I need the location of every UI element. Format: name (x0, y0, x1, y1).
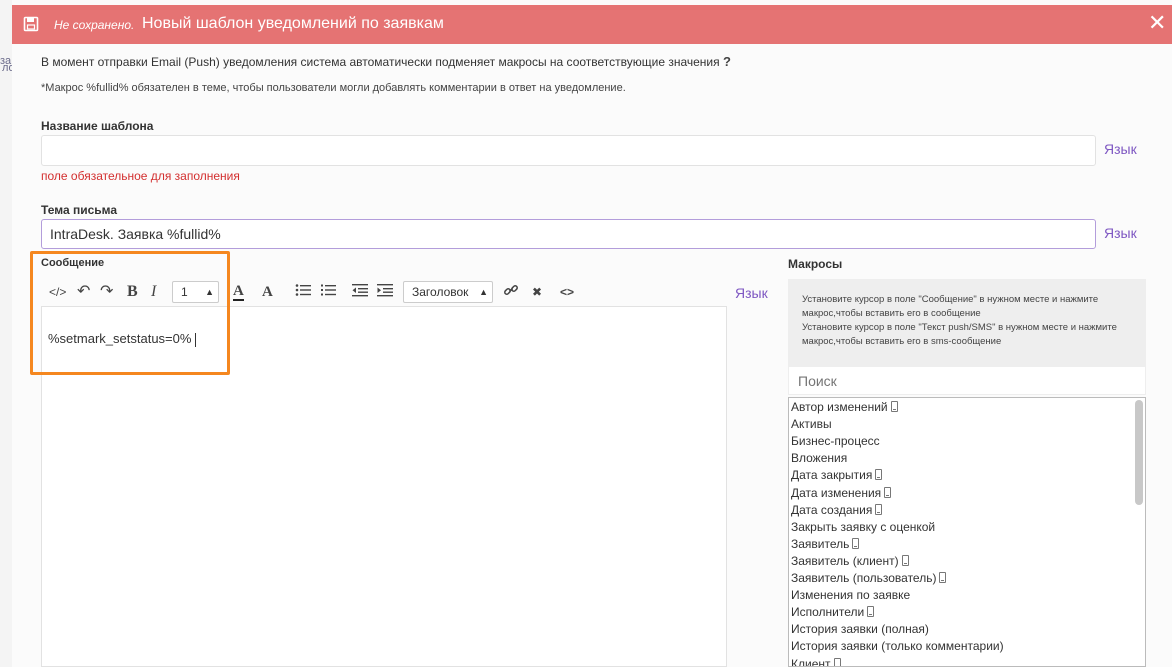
macro-item[interactable]: Исполнители (791, 605, 875, 620)
macro-item-label: Клиент (791, 656, 831, 667)
template-name-input[interactable] (41, 135, 1096, 166)
mobile-phone-icon (875, 503, 883, 515)
macro-item-label: Бизнес-процесс (791, 434, 880, 449)
template-name-lang-link[interactable]: Язык (1104, 141, 1137, 157)
macro-item[interactable]: Изменения по заявке (791, 588, 910, 602)
heading-select[interactable]: Заголовок ▲ (403, 281, 493, 303)
macro-item[interactable]: Бизнес-процесс (791, 434, 880, 448)
macro-item[interactable]: Клиент (791, 656, 841, 667)
macro-item[interactable]: Заявитель (пользователь) (791, 571, 947, 585)
subject-lang-link[interactable]: Язык (1104, 225, 1137, 241)
macro-item[interactable]: Дата создания (791, 502, 883, 517)
macro-item-label: Закрыть заявку с оценкой (791, 519, 936, 534)
macros-hint-sms: Установите курсор в поле "Текст push/SMS… (802, 322, 1117, 347)
macro-item-label: Дата закрытия (791, 468, 873, 483)
macro-item-label: Заявитель (791, 536, 850, 551)
outdent-icon[interactable] (352, 282, 368, 302)
macro-item[interactable]: Активы (791, 417, 832, 431)
macro-item[interactable]: Заявитель (клиент) (791, 554, 909, 568)
macro-item-label: Заявитель (пользователь) (791, 571, 937, 585)
macro-item[interactable]: Дата изменения (791, 485, 892, 500)
macro-item[interactable]: Заявитель (791, 536, 860, 551)
indent-icon[interactable] (377, 282, 393, 302)
macro-item-label: Дата создания (791, 502, 873, 517)
macros-hint: Установите курсор в поле "Сообщение" в н… (788, 279, 1146, 366)
macro-info-line: В момент отправки Email (Push) уведомлен… (41, 55, 720, 69)
macro-info-text: В момент отправки Email (Push) уведомлен… (41, 54, 731, 69)
macro-item[interactable]: Автор изменений (791, 400, 898, 414)
macro-item-label: История заявки (только комментарии) (791, 639, 1004, 654)
font-color-icon[interactable]: A (233, 282, 244, 301)
mobile-phone-icon (867, 606, 875, 618)
unsaved-status: Не сохранено. (54, 18, 135, 32)
macro-item[interactable]: Закрыть заявку с оценкой (791, 520, 935, 534)
macro-item-label: Активы (791, 417, 832, 432)
macro-item-label: Заявитель (клиент) (791, 553, 899, 568)
save-icon[interactable] (23, 16, 39, 32)
mobile-phone-icon (901, 554, 909, 566)
required-field-error: поле обязательное для заполнения (41, 169, 240, 183)
background-color-icon[interactable]: A (262, 282, 273, 302)
macro-item-label: Дата изменения (791, 485, 882, 500)
template-name-label: Название шаблона (41, 119, 154, 133)
macro-item-label: Исполнители (791, 605, 865, 620)
close-icon[interactable]: ✕ (1148, 12, 1166, 34)
heading-value: Заголовок (412, 285, 469, 299)
bullet-list-icon[interactable] (295, 282, 311, 302)
macro-item-label: История заявки (полная) (791, 622, 929, 637)
clear-format-icon[interactable]: ✖ (532, 282, 542, 302)
macro-item-label: Вложения (791, 451, 848, 466)
fullid-note: *Макрос %fullid% обязателен в теме, чтоб… (41, 82, 626, 94)
mobile-phone-icon (875, 469, 883, 481)
macros-search-input[interactable] (788, 366, 1146, 395)
macros-hint-message: Установите курсор в поле "Сообщение" в н… (802, 294, 1099, 319)
macro-item[interactable]: История заявки (только комментарии) (791, 639, 1004, 653)
macro-item[interactable]: История заявки (полная) (791, 622, 929, 636)
subject-label: Тема письма (41, 203, 118, 217)
mobile-phone-icon (890, 401, 898, 412)
modal-header: Не сохранено. Новый шаблон уведомлений п… (12, 5, 1172, 44)
numbered-list-icon[interactable] (320, 282, 336, 302)
modal-title: Новый шаблон уведомлений по заявкам (142, 15, 444, 32)
macro-item-label: Изменения по заявке (791, 588, 911, 603)
macros-scrollbar[interactable] (1135, 400, 1143, 505)
macros-title: Макросы (788, 257, 843, 271)
mobile-phone-icon (833, 657, 841, 666)
subject-input[interactable] (41, 219, 1096, 249)
select-arrow-icon: ▲ (479, 287, 488, 297)
macro-item[interactable]: Дата закрытия (791, 468, 883, 483)
mobile-phone-icon (884, 486, 892, 498)
mobile-phone-icon (852, 537, 860, 549)
macros-list: Автор изменений Активы Бизнес-процесс Вложе… (788, 397, 1146, 667)
link-icon[interactable] (503, 282, 519, 302)
macro-item[interactable]: Вложения (791, 451, 847, 465)
help-icon[interactable]: ? (723, 54, 731, 69)
highlight-box (30, 251, 230, 375)
mobile-phone-icon (939, 572, 947, 583)
source-code-icon[interactable]: <> (560, 282, 574, 302)
template-modal: Не сохранено. Новый шаблон уведомлений п… (12, 0, 1172, 667)
macro-item-label: Автор изменений (791, 400, 888, 414)
